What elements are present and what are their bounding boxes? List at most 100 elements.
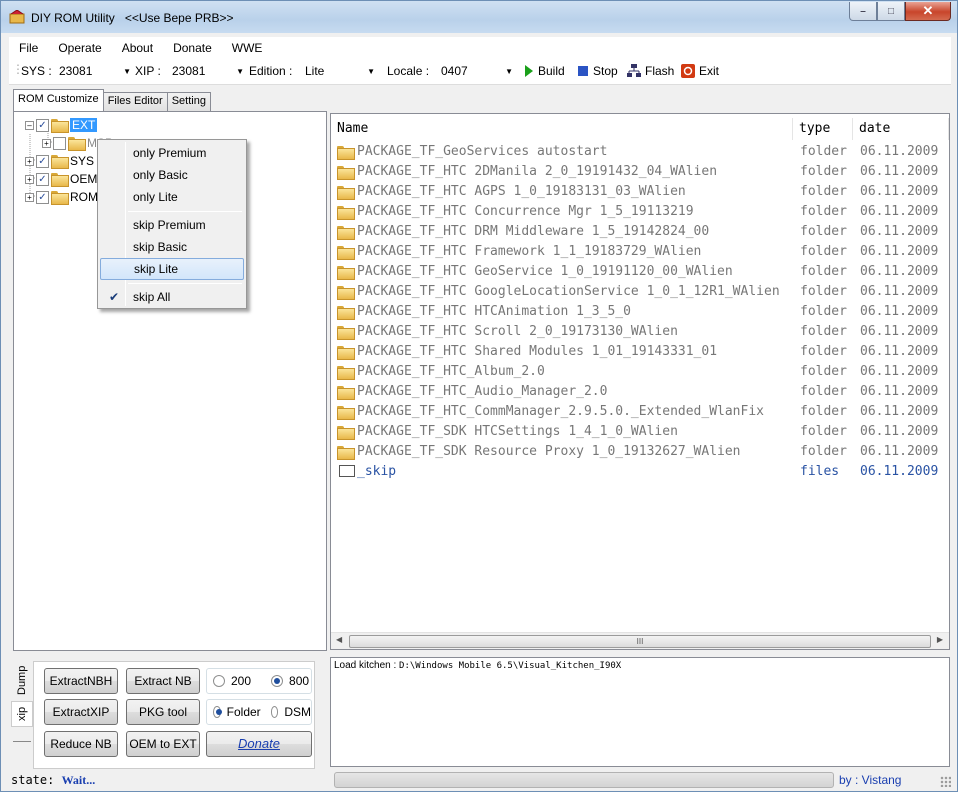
radio-200[interactable] — [213, 675, 225, 687]
item-type: folder — [800, 264, 847, 279]
locale-label: Locale : — [387, 64, 430, 78]
item-type: files — [800, 464, 840, 479]
item-type: folder — [800, 244, 847, 259]
ctx-only-basic[interactable]: only Basic — [100, 164, 244, 186]
folder-icon — [337, 366, 355, 380]
pkg-tool-button[interactable]: PKG tool — [126, 699, 200, 725]
folder-icon — [337, 226, 355, 240]
radio-folder[interactable] — [213, 706, 222, 718]
item-type: folder — [800, 444, 847, 459]
checkbox-icon[interactable]: ✓ — [36, 118, 49, 132]
ctx-only-premium[interactable]: only Premium — [100, 142, 244, 164]
xip-label: XIP : — [135, 64, 161, 78]
ctx-skip-all[interactable]: ✔ skip All — [100, 286, 244, 308]
scroll-thumb[interactable]: III — [349, 635, 931, 648]
checkbox-icon[interactable] — [53, 136, 66, 150]
item-name: PACKAGE_TF_HTC DRM Middleware 1_5_191428… — [357, 224, 710, 239]
item-date: 06.11.2009 — [860, 144, 939, 159]
xip-combo[interactable]: 23081 ▼ — [172, 64, 244, 78]
folder-icon — [337, 426, 355, 440]
sys-combo[interactable]: 23081 ▼ — [59, 64, 131, 78]
folder-icon — [337, 386, 355, 400]
column-header-name[interactable]: Name — [331, 118, 793, 140]
scroll-left-icon[interactable]: ◀ — [336, 635, 342, 644]
ctx-skip-premium[interactable]: skip Premium — [100, 214, 244, 236]
stop-button[interactable]: Stop — [577, 64, 618, 78]
reduce-nb-button[interactable]: Reduce NB — [44, 731, 118, 757]
tree-node-label: SYS — [70, 154, 95, 168]
tree-node-sys[interactable]: + ✓ SYS — [25, 152, 94, 170]
menu-wwe[interactable]: WWE — [222, 41, 273, 55]
folder-icon — [337, 346, 355, 360]
checkbox-icon[interactable]: ✓ — [36, 190, 49, 204]
tab-dump[interactable]: Dump — [11, 661, 33, 699]
menu-about[interactable]: About — [112, 41, 163, 55]
item-type: folder — [800, 424, 847, 439]
resize-grip-icon[interactable] — [940, 776, 951, 787]
donate-button[interactable]: Donate — [206, 731, 312, 757]
ctx-separator — [128, 211, 242, 212]
power-icon — [681, 64, 695, 78]
minimize-button[interactable]: – — [849, 2, 877, 21]
extract-nbh-button[interactable]: ExtractNBH — [44, 668, 118, 694]
item-date: 06.11.2009 — [860, 164, 939, 179]
scroll-right-icon[interactable]: ▶ — [937, 635, 943, 644]
tab-xip[interactable]: xip — [11, 701, 33, 727]
log-panel[interactable]: Load kitchen : D:\Windows Mobile 6.5\Vis… — [330, 657, 950, 767]
folder-icon — [337, 446, 355, 460]
flash-button[interactable]: Flash — [627, 64, 674, 78]
chevron-down-icon: ▼ — [236, 66, 244, 76]
ctx-skip-lite[interactable]: skip Lite — [100, 258, 244, 280]
close-button[interactable]: ✕ — [905, 2, 951, 21]
radio-folder-label: Folder — [226, 705, 261, 719]
tab-files-editor[interactable]: Files Editor — [102, 92, 168, 111]
column-header-type[interactable]: type — [793, 118, 853, 140]
divider — [13, 741, 31, 742]
tab-setting[interactable]: Setting — [166, 92, 211, 111]
oem-to-ext-button[interactable]: OEM to EXT — [126, 731, 200, 757]
log-path: D:\Windows Mobile 6.5\Visual_Kitchen_I90… — [399, 661, 622, 671]
menu-file[interactable]: File — [9, 41, 48, 55]
item-name: PACKAGE_TF_SDK Resource Proxy 1_0_191326… — [357, 444, 741, 459]
ctx-skip-all-label: skip All — [133, 290, 171, 304]
menu-operate[interactable]: Operate — [48, 41, 111, 55]
tab-dump-label: Dump — [16, 665, 28, 695]
item-name: PACKAGE_TF_HTC 2DManila 2_0_19191432_04_… — [357, 164, 718, 179]
tree-node-oem[interactable]: + ✓ OEM — [25, 170, 97, 188]
item-date: 06.11.2009 — [860, 444, 939, 459]
item-type: folder — [800, 204, 847, 219]
title-bar[interactable]: DIY ROM Utility <<Use Bepe PRB>> – □ ✕ — [1, 1, 957, 33]
scroll-grip: III — [636, 637, 644, 646]
tree-node-label: OEM — [70, 172, 98, 186]
menu-donate[interactable]: Donate — [163, 41, 222, 55]
expand-icon: + — [25, 156, 34, 166]
maximize-button[interactable]: □ — [877, 2, 905, 21]
edition-label: Edition : — [249, 64, 293, 78]
folder-icon — [337, 266, 355, 280]
edition-combo[interactable]: Lite ▼ — [305, 64, 375, 78]
column-header-date[interactable]: date — [853, 118, 949, 140]
main-window: DIY ROM Utility <<Use Bepe PRB>> – □ ✕ F… — [0, 0, 958, 792]
folder-icon — [337, 286, 355, 300]
author-credit: by : Vistang — [839, 773, 902, 787]
horizontal-scrollbar[interactable]: ◀ III ▶ — [331, 632, 949, 649]
locale-combo[interactable]: 0407 ▼ — [441, 64, 513, 78]
checkbox-icon[interactable]: ✓ — [36, 154, 49, 168]
tree-node-ext[interactable]: – ✓ EXT — [25, 116, 98, 134]
folder-icon — [51, 191, 69, 205]
radio-800[interactable] — [271, 675, 284, 687]
expand-icon: + — [25, 192, 34, 202]
tree-node-rom[interactable]: + ✓ ROM — [25, 188, 98, 206]
tab-rom-customize[interactable]: ROM Customize — [13, 89, 104, 111]
ctx-only-lite[interactable]: only Lite — [100, 186, 244, 208]
file-list[interactable]: Name type date PACKAGE_TF_GeoServices au… — [330, 113, 950, 650]
ctx-skip-basic[interactable]: skip Basic — [100, 236, 244, 258]
radio-dsm[interactable] — [270, 706, 279, 718]
build-button[interactable]: Build — [524, 64, 565, 78]
tools-panel: ExtractNBH Extract NB ExtractXIP PKG too… — [33, 661, 315, 769]
exit-button[interactable]: Exit — [681, 64, 719, 78]
item-type: folder — [800, 144, 847, 159]
extract-nb-button[interactable]: Extract NB — [126, 668, 200, 694]
extract-xip-button[interactable]: ExtractXIP — [44, 699, 118, 725]
checkbox-icon[interactable]: ✓ — [36, 172, 49, 186]
